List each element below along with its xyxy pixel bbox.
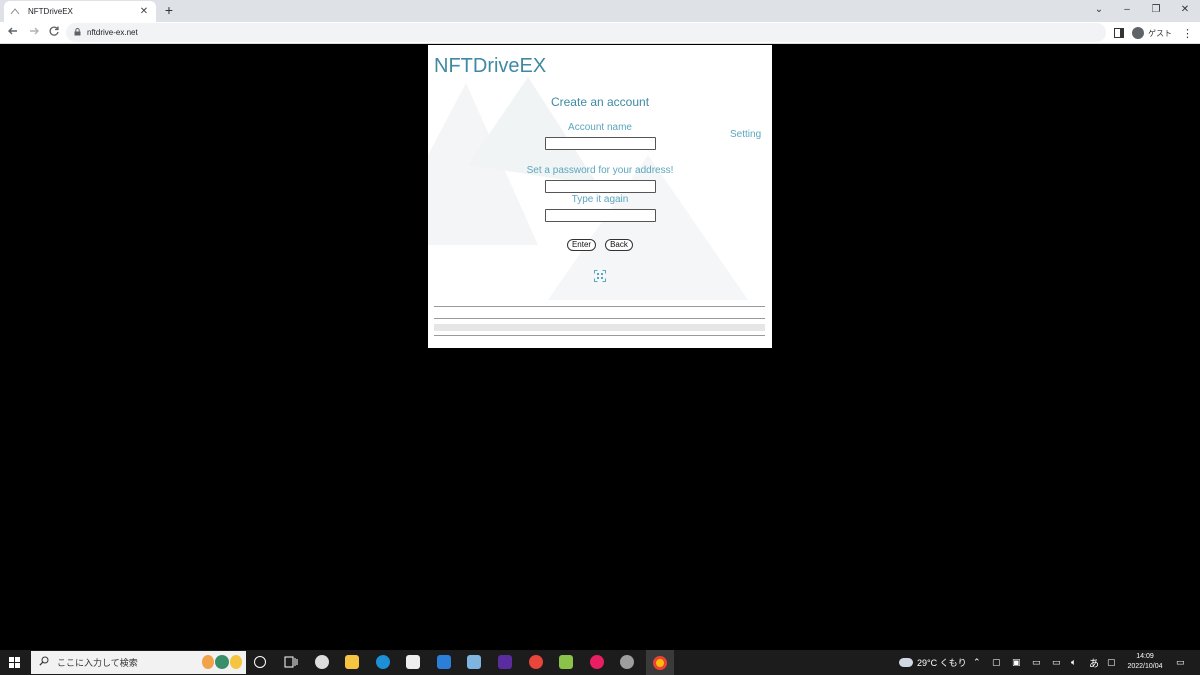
cloud-icon (899, 658, 913, 667)
battery-icon[interactable]: ▭ (1032, 650, 1041, 675)
back-arrow-icon[interactable] (5, 25, 21, 41)
qr-scan-icon[interactable] (594, 270, 606, 282)
side-panel-icon[interactable] (1114, 25, 1124, 41)
taskbar-search-box[interactable]: ここに入力して検索 (31, 651, 246, 674)
divider (434, 335, 765, 336)
app-icon[interactable] (559, 655, 573, 669)
new-tab-button[interactable]: + (162, 3, 176, 17)
clock[interactable]: 14:09 2022/10/04 (1122, 652, 1168, 672)
profile-label: ゲスト (1148, 28, 1172, 38)
browser-tab[interactable]: NFTDriveEX ✕ (4, 1, 156, 22)
enter-button[interactable]: Enter (567, 239, 596, 251)
lock-icon (74, 27, 81, 38)
confirm-password-label: Type it again (571, 194, 629, 205)
tab-close-icon[interactable]: ✕ (138, 6, 150, 17)
notification-badge-icon[interactable]: ▢ (1107, 650, 1116, 675)
weather-widget[interactable]: 29°C くもり (899, 650, 967, 675)
account-name-label: Account name (568, 122, 632, 133)
windows-start-icon[interactable] (9, 657, 20, 668)
divider (434, 306, 765, 307)
site-favicon-icon (10, 7, 20, 17)
search-placeholder: ここに入力して検索 (57, 658, 138, 668)
volume-icon[interactable]: 🔈︎ (1071, 650, 1076, 675)
cortana-icon[interactable] (254, 656, 266, 668)
file-explorer-icon[interactable] (345, 655, 359, 669)
page-title: Create an account (550, 95, 650, 109)
url-text: nftdrive-ex.net (87, 28, 138, 37)
edge-icon[interactable] (376, 655, 390, 669)
app-panel: NFTDriveEX Setting Create an account Acc… (428, 45, 772, 348)
network-icon[interactable]: ▭ (1052, 650, 1061, 675)
app-icon[interactable] (620, 655, 634, 669)
brand-logo-text: NFTDriveEX (434, 55, 547, 77)
browser-toolbar: nftdrive-ex.net ゲスト ⋮ (0, 22, 1200, 44)
divider (434, 318, 765, 319)
clock-time: 14:09 (1136, 653, 1154, 660)
slack-icon[interactable] (590, 655, 604, 669)
mail-icon[interactable] (437, 655, 451, 669)
account-name-input[interactable] (545, 137, 656, 150)
ime-indicator[interactable]: あ (1089, 650, 1099, 675)
reload-icon[interactable] (46, 25, 62, 41)
profile-button[interactable]: ゲスト (1132, 25, 1172, 41)
tab-search-icon[interactable]: ⌄ (1086, 2, 1112, 18)
browser-menu-icon[interactable]: ⋮ (1182, 25, 1193, 41)
task-view-icon[interactable] (284, 655, 298, 669)
password-input[interactable] (545, 180, 656, 193)
weather-text: 29°C くもり (917, 658, 967, 668)
search-highlight-icon (202, 655, 242, 669)
chevron-up-icon[interactable]: ⌃ (973, 650, 981, 675)
forward-arrow-icon[interactable] (26, 25, 42, 41)
minimize-button[interactable]: – (1114, 2, 1140, 18)
clock-date: 2022/10/04 (1127, 663, 1163, 670)
page-viewport: NFTDriveEX Setting Create an account Acc… (0, 44, 1200, 650)
notepad-icon[interactable] (467, 655, 481, 669)
confirm-password-input[interactable] (545, 209, 656, 222)
visual-studio-icon[interactable] (498, 655, 512, 669)
action-center-icon[interactable]: ▭ (1176, 650, 1185, 675)
password-label: Set a password for your address! (526, 165, 674, 176)
close-window-button[interactable]: ✕ (1172, 2, 1198, 18)
store-icon[interactable] (406, 655, 420, 669)
chrome-active-icon[interactable] (646, 650, 674, 675)
taskbar: ここに入力して検索 29°C くもり ⌃ ▢ ▣ ▭ ▭ 🔈︎ あ ▢ 14:0… (0, 650, 1200, 675)
back-button[interactable]: Back (605, 239, 633, 251)
tab-title: NFTDriveEX (28, 7, 73, 16)
search-icon (39, 656, 49, 669)
footer-bar (434, 324, 765, 331)
dell-icon[interactable] (315, 655, 329, 669)
tray-app-icon[interactable]: ▣ (1012, 650, 1021, 675)
chrome-icon[interactable] (529, 655, 543, 669)
profile-avatar-icon (1132, 27, 1144, 39)
restore-button[interactable]: ❐ (1143, 2, 1169, 18)
address-bar[interactable]: nftdrive-ex.net (66, 23, 1106, 42)
tab-strip: NFTDriveEX ✕ + ⌄ – ❐ ✕ (0, 0, 1200, 22)
tray-app-icon[interactable]: ▢ (992, 650, 1001, 675)
